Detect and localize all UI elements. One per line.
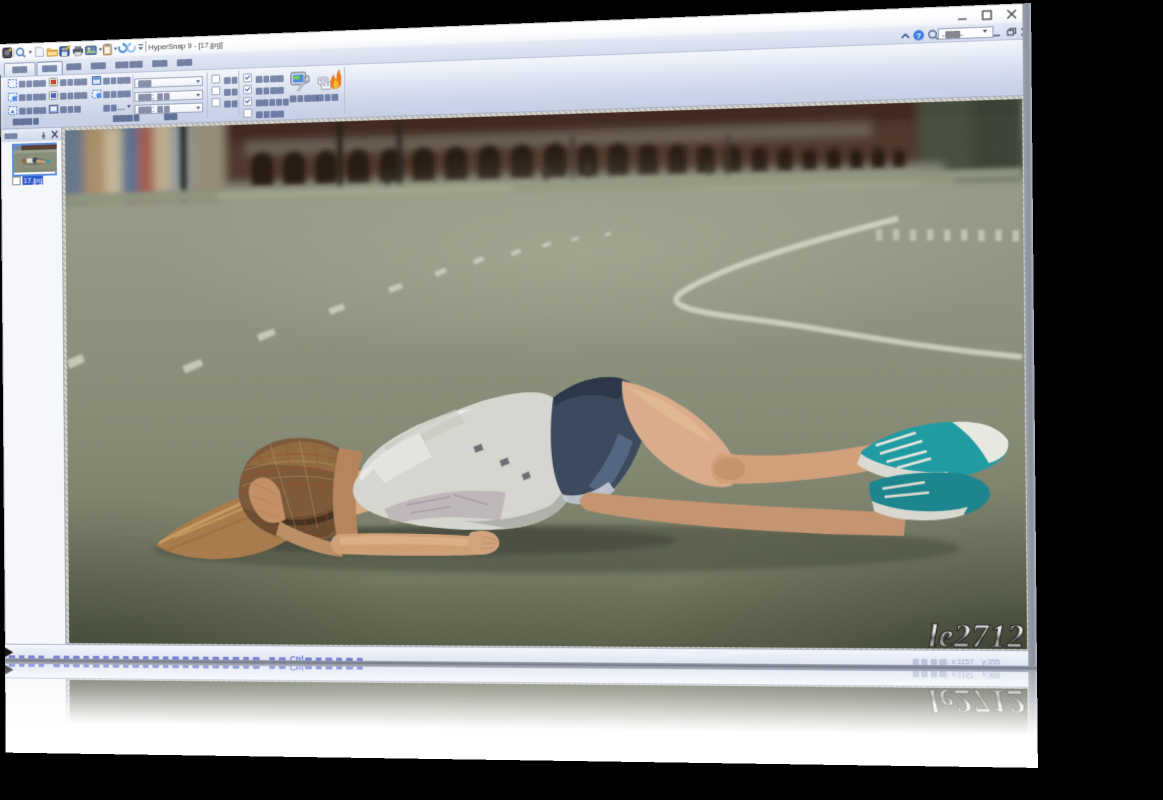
svg-text:?: ? bbox=[916, 31, 922, 41]
svg-text:le2712: le2712 bbox=[928, 617, 1025, 649]
